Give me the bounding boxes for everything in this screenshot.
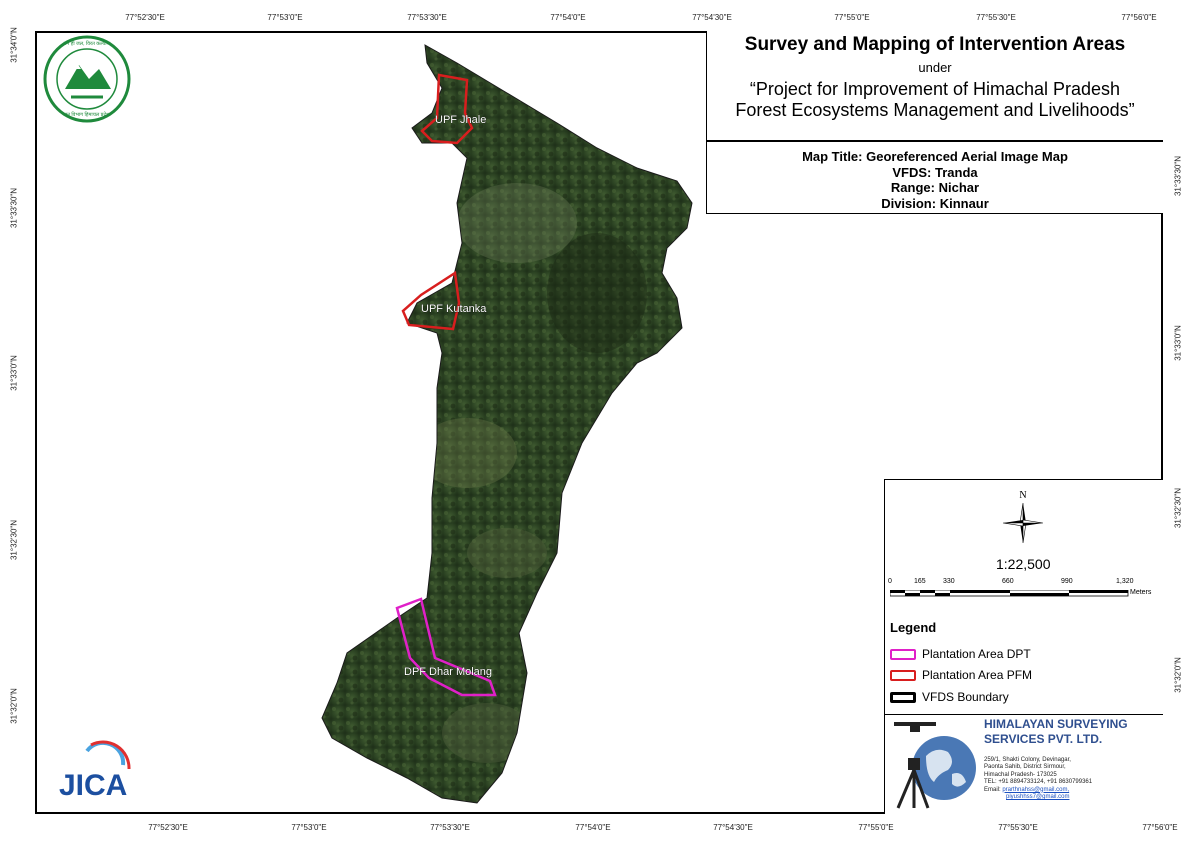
range-line: Range: Nichar xyxy=(890,180,980,195)
lat-tick-left: 31°32'30"N xyxy=(9,519,19,561)
scale-tick-label: 1,320 xyxy=(1116,578,1134,585)
scale-ratio: 1:22,500 xyxy=(996,556,1051,572)
lon-tick-top: 77°53'30"E xyxy=(407,13,447,22)
forest-department-logo: वन ही जल, विरत कल्याण वन विभाग हिमाचल प्… xyxy=(43,35,131,123)
scale-tick-label: 0 xyxy=(888,578,892,585)
lon-tick-bottom: 77°54'0"E xyxy=(575,823,611,832)
lon-tick-bottom: 77°52'30"E xyxy=(148,823,188,832)
lon-tick-top: 77°54'0"E xyxy=(550,13,586,22)
legend-label-vfds: VFDS Boundary xyxy=(922,690,1009,704)
lon-tick-bottom: 77°55'0"E xyxy=(858,823,894,832)
title-under-text: under xyxy=(918,60,952,75)
lat-tick-left: 31°32'0"N xyxy=(9,688,19,724)
project-title: “Project for Improvement of Himachal Pra… xyxy=(707,79,1163,121)
company-name-line2: SERVICES PVT. LTD. xyxy=(984,732,1103,746)
lon-tick-top: 77°54'30"E xyxy=(692,13,732,22)
map-title-line: Map Title: Georeferenced Aerial Image Ma… xyxy=(802,149,1068,164)
surveying-company-logo xyxy=(894,722,976,809)
legend-item-vfds: VFDS Boundary xyxy=(890,690,1009,704)
email-line-2: piyushhss7@gmail.com xyxy=(984,794,1092,801)
scale-tick-label: 165 xyxy=(914,578,926,585)
lon-tick-top: 77°52'30"E xyxy=(125,13,165,22)
lon-tick-bottom: 77°55'30"E xyxy=(998,823,1038,832)
email-link-1[interactable]: prarthnahss@gmail.com, xyxy=(1002,787,1069,793)
compass-rose-icon xyxy=(1002,502,1044,544)
address-line: 259/1, Shakti Colony, Devinagar, xyxy=(984,757,1071,763)
scale-unit: Meters xyxy=(1130,589,1152,596)
legend-swatch-dpt xyxy=(890,648,916,660)
lon-tick-top: 77°53'0"E xyxy=(267,13,303,22)
jica-text: JICA xyxy=(59,769,127,802)
map-main-title: Survey and Mapping of Intervention Areas xyxy=(744,34,1126,55)
email-line: Email: prarthnahss@gmail.com, xyxy=(984,787,1092,794)
company-name-line1: HIMALAYAN SURVEYING xyxy=(984,717,1128,731)
lat-tick-right: 31°32'30"N xyxy=(1173,487,1183,529)
legend-item-dpt: Plantation Area DPT xyxy=(890,647,1031,661)
legend-label-pfm: Plantation Area PFM xyxy=(922,668,1033,682)
north-arrow: N xyxy=(1001,490,1045,550)
north-label: N xyxy=(1019,490,1027,501)
lat-tick-left: 31°34'0"N xyxy=(9,27,19,63)
lat-tick-left: 31°33'0"N xyxy=(9,355,19,391)
company-address: 259/1, Shakti Colony, Devinagar, Paonta … xyxy=(984,757,1092,801)
lon-tick-bottom: 77°53'30"E xyxy=(430,823,470,832)
scale-bar-graphic xyxy=(890,590,1129,597)
jica-logo: JICA xyxy=(59,740,131,802)
legend-swatch-pfm xyxy=(890,669,916,681)
upf-jhale-label: UPF Jhale xyxy=(435,114,486,126)
dpf-dhar-molang-label: DPF Dhar Molang xyxy=(404,666,492,678)
scale-bar: 0 165 330 660 990 1,320 Meters xyxy=(886,578,1156,608)
lat-tick-right: 31°32'0"N xyxy=(1173,657,1183,693)
scale-tick-label: 990 xyxy=(1061,578,1073,585)
legend-title: Legend xyxy=(890,620,937,635)
upf-kutanka-label: UPF Kutanka xyxy=(421,303,487,315)
lat-tick-right: 31°33'0"N xyxy=(1173,325,1183,361)
forest-logo-bottom-text: वन विभाग हिमाचल प्रदेश xyxy=(64,111,110,118)
email-prefix: Email: xyxy=(984,786,1003,793)
lat-tick-right: 31°33'30"N xyxy=(1173,155,1183,197)
legend-swatch-vfds xyxy=(890,691,916,703)
project-title-line2: Forest Ecosystems Management and Livelih… xyxy=(735,100,1135,120)
address-line: Himachal Pradesh- 173025 xyxy=(984,771,1057,778)
address-line: TEL: +91 8894733124, +91 8630799361 xyxy=(984,779,1093,786)
project-title-line1: “Project for Improvement of Himachal Pra… xyxy=(749,79,1121,99)
scale-tick-label: 660 xyxy=(1002,578,1014,585)
forest-logo-top-text: वन ही जल, विरत कल्याण xyxy=(64,40,111,47)
lon-tick-bottom: 77°56'0"E xyxy=(1142,823,1178,832)
aerial-imagery xyxy=(322,45,692,803)
scale-tick-label: 330 xyxy=(943,578,955,585)
lon-tick-top: 77°55'0"E xyxy=(834,13,870,22)
vfds-line: VFDS: Tranda xyxy=(892,164,978,180)
email-link-2[interactable]: piyushhss7@gmail.com xyxy=(1006,794,1069,800)
lon-tick-top: 77°55'30"E xyxy=(976,13,1016,22)
address-line: Paonta Sahib, District Sirmour, xyxy=(984,764,1066,771)
lon-tick-bottom: 77°53'0"E xyxy=(291,823,327,832)
lon-tick-bottom: 77°54'30"E xyxy=(713,823,753,832)
lat-tick-left: 31°33'30"N xyxy=(9,187,19,229)
title-box: Survey and Mapping of Intervention Areas… xyxy=(706,31,1163,141)
lon-tick-top: 77°56'0"E xyxy=(1121,13,1157,22)
map-info-box: Map Title: Georeferenced Aerial Image Ma… xyxy=(706,141,1163,214)
company-name: HIMALAYAN SURVEYING SERVICES PVT. LTD. xyxy=(984,717,1128,747)
division-line: Division: Kinnaur xyxy=(881,195,989,211)
legend-item-pfm: Plantation Area PFM xyxy=(890,668,1032,682)
legend-label-dpt: Plantation Area DPT xyxy=(922,647,1031,661)
